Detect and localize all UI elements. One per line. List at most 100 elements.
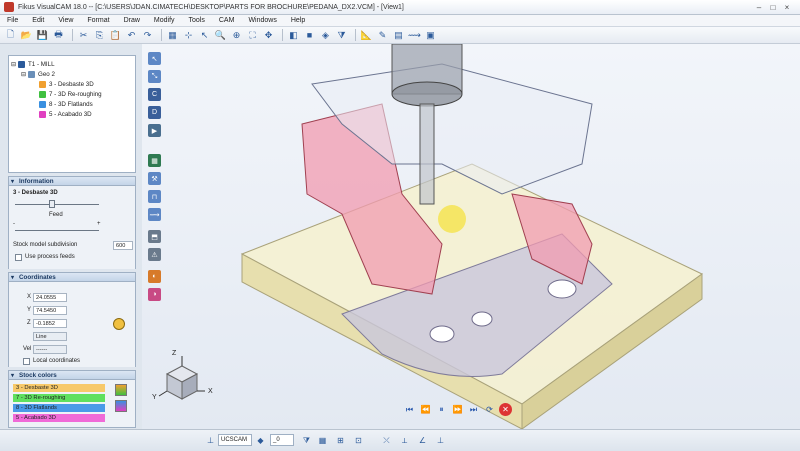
sim-view-icon[interactable]: ▤ (392, 29, 405, 42)
zoom-in-icon[interactable]: ⊕ (230, 29, 243, 42)
pause-button[interactable]: ⏸ (435, 403, 448, 416)
edit-icon[interactable]: ✎ (376, 29, 389, 42)
information-header[interactable]: Information (8, 176, 136, 186)
simulation-icon[interactable]: ▶ (148, 124, 161, 137)
x-field[interactable]: 24.0555 (33, 293, 67, 302)
color-palette-icon[interactable] (115, 384, 127, 396)
snap-point-icon[interactable]: ↖ (148, 52, 161, 65)
stock-colors-header[interactable]: Stock colors (8, 370, 136, 380)
menu-format[interactable]: Format (80, 17, 116, 24)
collapse-icon[interactable]: ⊟ (21, 71, 26, 78)
ortho-icon[interactable]: ⊞ (334, 434, 347, 447)
speed-slider-thumb[interactable] (49, 200, 55, 208)
local-coordinates-checkbox[interactable] (23, 358, 30, 365)
cut-icon[interactable]: ✂ (77, 29, 90, 42)
tree-item[interactable]: 8 - 3D Flatlands (11, 99, 133, 109)
measure-icon[interactable]: 📐 (360, 29, 373, 42)
feed-plus[interactable]: + (97, 221, 101, 227)
compare-icon[interactable]: ◐ (148, 270, 161, 283)
snap-grid-icon[interactable]: ▦ (316, 434, 329, 447)
stock-color-row[interactable]: 5 - Acabado 3D (13, 414, 105, 422)
menu-edit[interactable]: Edit (25, 17, 51, 24)
tool-info-icon[interactable] (113, 318, 125, 330)
print-icon[interactable]: 🖶 (52, 29, 65, 42)
skip-start-button[interactable]: ⏮ (403, 403, 416, 416)
step-forward-button[interactable]: ⏩ (451, 403, 464, 416)
new-file-icon[interactable]: 🗋 (4, 29, 17, 42)
tree-item[interactable]: 3 - Desbaste 3D (11, 79, 133, 89)
stock-color-row[interactable]: 3 - Desbaste 3D (13, 384, 105, 392)
menu-modify[interactable]: Modify (147, 17, 182, 24)
pan-icon[interactable]: ✥ (262, 29, 275, 42)
layer-icon[interactable]: ◆ (254, 434, 267, 447)
stock-color-icon[interactable]: ◑ (148, 288, 161, 301)
snap-icon[interactable]: ⊹ (182, 29, 195, 42)
zoom-all-icon[interactable]: ⛶ (246, 29, 259, 42)
measure-icon[interactable]: ⊥ (434, 434, 447, 447)
restart-button[interactable]: ⟳ (483, 403, 496, 416)
collapse-icon[interactable]: ⊟ (11, 61, 16, 68)
zoom-window-icon[interactable]: 🔍 (214, 29, 227, 42)
polar-icon[interactable]: ⊡ (352, 434, 365, 447)
speed-slider[interactable] (15, 204, 99, 205)
step-back-button[interactable]: ⏪ (419, 403, 432, 416)
menu-draw[interactable]: Draw (117, 17, 147, 24)
cad-icon[interactable]: D (148, 106, 161, 119)
save-icon[interactable]: 💾 (36, 29, 49, 42)
menu-file[interactable]: File (0, 17, 25, 24)
feed-slider[interactable] (15, 230, 99, 231)
menu-tools[interactable]: Tools (182, 17, 212, 24)
stock-color-row[interactable]: 7 - 3D Re-roughing (13, 394, 105, 402)
angle-icon[interactable]: ∠ (416, 434, 429, 447)
tree-group[interactable]: ⊟ Geo 2 (11, 69, 133, 79)
ucs-icon[interactable]: ⊥ (204, 434, 217, 447)
axis-y-icon[interactable]: ⟂ (398, 434, 411, 447)
paste-icon[interactable]: 📋 (109, 29, 122, 42)
axis-x-icon[interactable]: ⤬ (380, 434, 393, 447)
menu-help[interactable]: Help (284, 17, 312, 24)
render-icon[interactable]: ◈ (319, 29, 332, 42)
color-palette-icon[interactable] (115, 400, 127, 412)
tool-display-icon[interactable]: ⚒ (148, 172, 161, 185)
subdivision-field[interactable]: 600 (113, 241, 133, 250)
y-field[interactable]: 74.5450 (33, 306, 67, 315)
tree-root[interactable]: ⊟ T1 - MILL (11, 59, 133, 69)
select-chain-icon[interactable]: ⤡ (148, 70, 161, 83)
stock-color-row[interactable]: 8 - 3D Flatlands (13, 404, 105, 412)
copy-icon[interactable]: ⎘ (93, 29, 106, 42)
stop-button[interactable]: ✕ (499, 403, 512, 416)
layer-selector[interactable]: _0 (270, 434, 294, 446)
holder-icon[interactable]: ⊓ (148, 190, 161, 203)
stock-display-icon[interactable]: ▦ (148, 154, 161, 167)
fixture-icon[interactable]: ⬒ (148, 230, 161, 243)
open-file-icon[interactable]: 📂 (20, 29, 33, 42)
3d-viewport[interactable]: Z X Y (142, 44, 800, 429)
coordinates-header[interactable]: Coordinates (8, 272, 136, 282)
cam-icon[interactable]: C (148, 88, 161, 101)
toolpath-icon[interactable]: ⟿ (408, 29, 421, 42)
maximize-button[interactable]: □ (766, 1, 780, 13)
undo-icon[interactable]: ↶ (125, 29, 138, 42)
z-field[interactable]: -0.1852 (33, 319, 67, 328)
filter-icon[interactable]: ⧩ (300, 434, 313, 447)
shade-icon[interactable]: ■ (303, 29, 316, 42)
toolpath-icon[interactable]: ⟿ (148, 208, 161, 221)
menu-windows[interactable]: Windows (241, 17, 283, 24)
collision-icon[interactable]: ⚠ (148, 248, 161, 261)
process-feeds-checkbox[interactable] (15, 254, 22, 261)
filter-icon[interactable]: ⧩ (335, 29, 348, 42)
feed-minus[interactable]: - (13, 221, 15, 227)
close-button[interactable]: × (780, 1, 794, 13)
tree-item[interactable]: 5 - Acabado 3D (11, 109, 133, 119)
select-icon[interactable]: ↖ (198, 29, 211, 42)
menu-cam[interactable]: CAM (212, 17, 242, 24)
skip-end-button[interactable]: ⏭ (467, 403, 480, 416)
grid-icon[interactable]: ▦ (166, 29, 179, 42)
view-cube-icon[interactable]: ◧ (287, 29, 300, 42)
minimize-button[interactable]: – (752, 1, 766, 13)
menu-view[interactable]: View (51, 17, 80, 24)
stock-icon[interactable]: ▣ (424, 29, 437, 42)
ucs-selector[interactable]: UCSCAM (218, 434, 252, 446)
redo-icon[interactable]: ↷ (141, 29, 154, 42)
tree-item[interactable]: 7 - 3D Re-roughing (11, 89, 133, 99)
